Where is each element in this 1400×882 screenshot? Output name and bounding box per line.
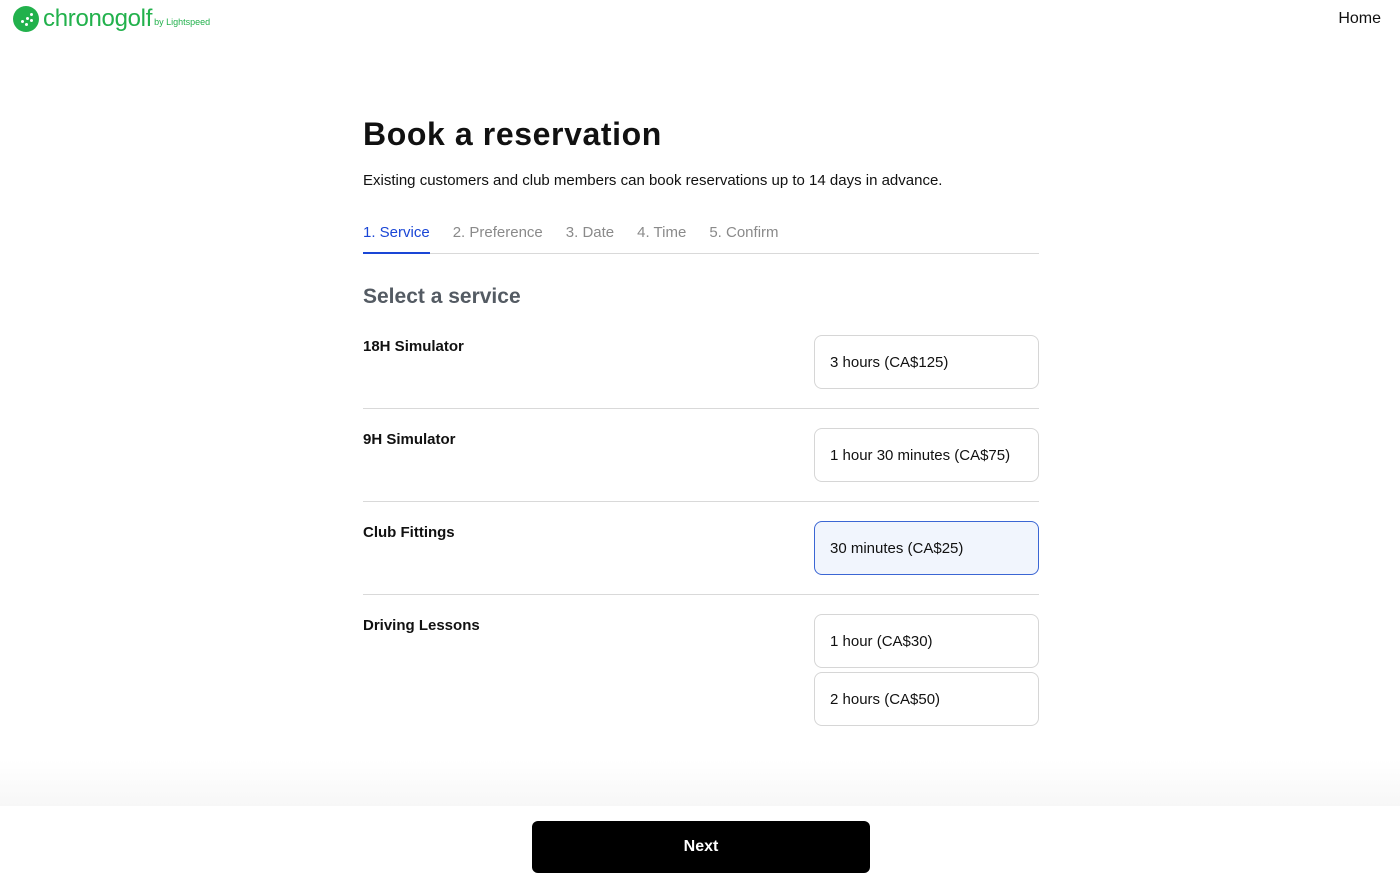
option-1-hour-button[interactable]: 1 hour (CA$30) [814,614,1039,668]
bottom-fade [0,760,1400,806]
tab-time[interactable]: 4. Time [637,222,686,254]
service-row-18h-simulator: 18H Simulator 3 hours (CA$125) [363,335,1039,409]
footer-bar: Next [0,806,1400,882]
option-30-minutes-button[interactable]: 30 minutes (CA$25) [814,521,1039,575]
page-subtitle: Existing customers and club members can … [363,172,943,189]
next-button[interactable]: Next [532,821,870,873]
top-bar: chronogolf by Lightspeed Home [0,0,1400,40]
service-row-club-fittings: Club Fittings 30 minutes (CA$25) [363,521,1039,595]
golf-ball-icon [13,6,39,32]
service-name: 18H Simulator [363,338,464,355]
option-3-hours-button[interactable]: 3 hours (CA$125) [814,335,1039,389]
page-title: Book a reservation [363,116,662,152]
service-name: Club Fittings [363,524,455,541]
service-row-driving-lessons: Driving Lessons 1 hour (CA$30) 2 hours (… [363,614,1039,726]
option-1-hour-30-minutes-button[interactable]: 1 hour 30 minutes (CA$75) [814,428,1039,482]
tab-service[interactable]: 1. Service [363,222,430,254]
tab-confirm[interactable]: 5. Confirm [709,222,778,254]
brand-by-label: by Lightspeed [154,17,211,27]
service-name: Driving Lessons [363,617,480,634]
option-2-hours-button[interactable]: 2 hours (CA$50) [814,672,1039,726]
tab-preference[interactable]: 2. Preference [453,222,543,254]
home-link[interactable]: Home [1338,10,1381,28]
tab-date[interactable]: 3. Date [566,222,614,254]
service-name: 9H Simulator [363,431,456,448]
service-row-9h-simulator: 9H Simulator 1 hour 30 minutes (CA$75) [363,428,1039,502]
step-tabs: 1. Service 2. Preference 3. Date 4. Time… [363,222,1039,254]
brand-name: chronogolf [43,5,153,32]
section-title: Select a service [363,285,521,308]
chronogolf-logo[interactable]: chronogolf by Lightspeed [13,5,210,33]
